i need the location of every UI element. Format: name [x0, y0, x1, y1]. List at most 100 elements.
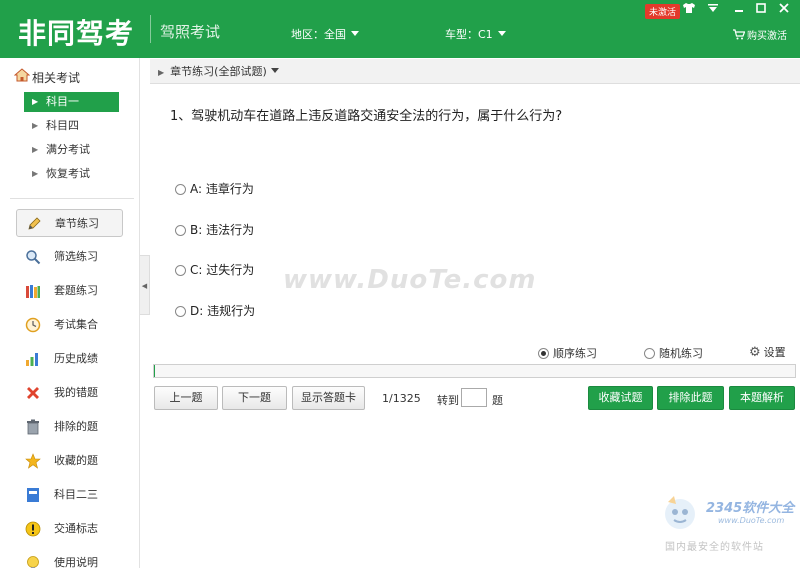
option-c[interactable]: C: 过失行为 — [175, 261, 254, 278]
sidebar-item-traffic-signs[interactable]: 交通标志 — [16, 515, 123, 543]
radio-icon[interactable] — [175, 306, 186, 317]
radio-icon[interactable] — [175, 265, 186, 276]
breadcrumb-label: 章节练习(全部试题) — [170, 65, 267, 78]
sidebar-item-label: 使用说明 — [54, 556, 98, 568]
magnifier-icon — [25, 249, 41, 265]
sidebar-item-label: 收藏的题 — [54, 454, 98, 467]
activation-badge[interactable]: 未激活 — [645, 4, 681, 19]
cross-icon — [25, 385, 41, 401]
sidebar-item-label: 排除的题 — [54, 420, 98, 433]
sidebar-sub-item-subject-1[interactable]: ▶ 科目一 — [24, 92, 119, 112]
option-label: D: 违规行为 — [190, 304, 256, 318]
app-subtitle: 驾照考试 — [160, 23, 221, 41]
option-label: B: 违法行为 — [190, 223, 255, 237]
header-divider — [150, 15, 151, 43]
next-question-button[interactable]: 下一题 — [222, 386, 287, 410]
car-type-dropdown[interactable]: 车型：C1 — [445, 26, 506, 42]
show-answer-card-button[interactable]: 显示答题卡 — [292, 386, 365, 410]
star-icon — [25, 453, 41, 469]
option-label: A: 违章行为 — [190, 182, 254, 196]
radio-icon[interactable] — [175, 225, 186, 236]
previous-question-button[interactable]: 上一题 — [154, 386, 218, 410]
chevron-down-icon — [270, 68, 279, 73]
option-a[interactable]: A: 违章行为 — [175, 180, 254, 197]
sidebar-sub-item-full-score-exam[interactable]: ▶ 满分考试 — [24, 140, 119, 160]
pencil-icon — [26, 216, 42, 232]
trash-icon — [25, 419, 41, 435]
maximize-icon[interactable] — [752, 2, 770, 18]
sidebar-item-history-scores[interactable]: 历史成绩 — [16, 345, 123, 373]
radio-selected-icon[interactable] — [538, 348, 549, 359]
sidebar-item-label: 交通标志 — [54, 522, 98, 535]
sidebar-sub-item-subject-4[interactable]: ▶ 科目四 — [24, 116, 119, 136]
shirt-icon[interactable] — [680, 2, 698, 18]
related-exams-label: 相关考试 — [32, 71, 81, 85]
sidebar-sub-item-label: 满分考试 — [46, 143, 90, 156]
close-icon[interactable] — [775, 2, 793, 18]
chevron-right-icon: ▶ — [158, 68, 165, 77]
sidebar-divider — [10, 198, 134, 199]
favorite-question-button[interactable]: 收藏试题 — [588, 386, 653, 410]
book-icon — [25, 487, 41, 503]
menu-icon[interactable] — [704, 2, 722, 18]
settings-label: 设置 — [763, 346, 786, 359]
watermark-slogan: 国内最安全的软件站 — [665, 542, 764, 553]
sidebar-sub-item-label: 科目四 — [46, 119, 79, 132]
cart-icon — [733, 29, 746, 44]
question-explanation-button[interactable]: 本题解析 — [729, 386, 795, 410]
sidebar-item-excluded-questions[interactable]: 排除的题 — [16, 413, 123, 441]
gear-icon: ⚙ — [749, 345, 761, 360]
bulb-icon — [25, 555, 41, 568]
option-b[interactable]: B: 违法行为 — [175, 221, 254, 238]
radio-icon[interactable] — [644, 348, 655, 359]
chevron-right-icon: ▶ — [32, 121, 39, 130]
option-d[interactable]: D: 违规行为 — [175, 302, 255, 319]
watermark-url: www.DuoTe.com — [718, 516, 785, 525]
goto-question-input[interactable] — [461, 388, 487, 407]
watermark-2345-brand: 2345软件大全 — [706, 501, 795, 516]
chevron-down-icon — [351, 31, 359, 36]
chevron-right-icon: ▶ — [32, 145, 39, 154]
sidebar-item-label: 筛选练习 — [54, 250, 98, 263]
chevron-right-icon: ▶ — [32, 169, 39, 178]
sidebar: 相关考试 ▶ 科目一 ▶ 科目四 ▶ 满分考试 ▶ 恢复考试 章节练习 筛选练习 套题练… — [0, 58, 140, 568]
sidebar-item-favorite-questions[interactable]: 收藏的题 — [16, 447, 123, 475]
watermark-duote: www.DuoTe.com — [283, 265, 537, 295]
chevron-right-icon: ▶ — [32, 97, 39, 106]
sidebar-collapse-toggle[interactable]: ◀ — [140, 255, 150, 315]
sidebar-sub-item-label: 恢复考试 — [46, 167, 90, 180]
sidebar-sub-item-resume-exam[interactable]: ▶ 恢复考试 — [24, 164, 119, 184]
progress-bar — [153, 364, 796, 378]
sidebar-item-chapter-practice[interactable]: 章节练习 — [16, 209, 123, 237]
sidebar-item-my-mistakes[interactable]: 我的错题 — [16, 379, 123, 407]
buy-activation-button[interactable]: 购买激活 — [733, 27, 787, 44]
region-label: 地区：全国 — [291, 28, 346, 41]
home-icon — [13, 68, 32, 86]
region-dropdown[interactable]: 地区：全国 — [291, 26, 359, 42]
sidebar-item-label: 考试集合 — [54, 318, 98, 331]
breadcrumb[interactable]: ▶ 章节练习(全部试题) — [150, 59, 800, 84]
question-text: 1、驾驶机动车在道路上违反道路交通安全法的行为，属于什么行为? — [170, 109, 563, 124]
radio-icon[interactable] — [175, 184, 186, 195]
minimize-icon[interactable] — [730, 2, 748, 18]
sidebar-item-label: 套题练习 — [54, 284, 98, 297]
sidebar-item-exam-collection[interactable]: 考试集合 — [16, 311, 123, 339]
warning-icon — [25, 521, 41, 537]
option-label: C: 过失行为 — [190, 263, 255, 277]
app-header: 非同驾考 驾照考试 地区：全国 车型：C1 未激活 购买激活 — [0, 0, 800, 58]
random-practice-radio[interactable]: 随机练习 — [644, 345, 703, 361]
goto-suffix: 题 — [492, 394, 503, 407]
settings-button[interactable]: ⚙ 设置 — [749, 344, 786, 360]
sidebar-item-label: 章节练习 — [55, 217, 99, 230]
exclude-question-button[interactable]: 排除此题 — [657, 386, 724, 410]
sidebar-item-filter-practice[interactable]: 筛选练习 — [16, 243, 123, 271]
buy-label: 购买激活 — [747, 31, 787, 42]
sidebar-item-subject-2-3[interactable]: 科目二三 — [16, 481, 123, 509]
sequential-practice-radio[interactable]: 顺序练习 — [538, 345, 597, 361]
clock-icon — [25, 317, 41, 333]
sidebar-item-label: 我的错题 — [54, 386, 98, 399]
sidebar-item-set-practice[interactable]: 套题练习 — [16, 277, 123, 305]
related-exams-heading: 相关考试 — [13, 68, 81, 86]
sidebar-item-label: 科目二三 — [54, 488, 98, 501]
sidebar-item-user-guide[interactable]: 使用说明 — [16, 549, 123, 568]
